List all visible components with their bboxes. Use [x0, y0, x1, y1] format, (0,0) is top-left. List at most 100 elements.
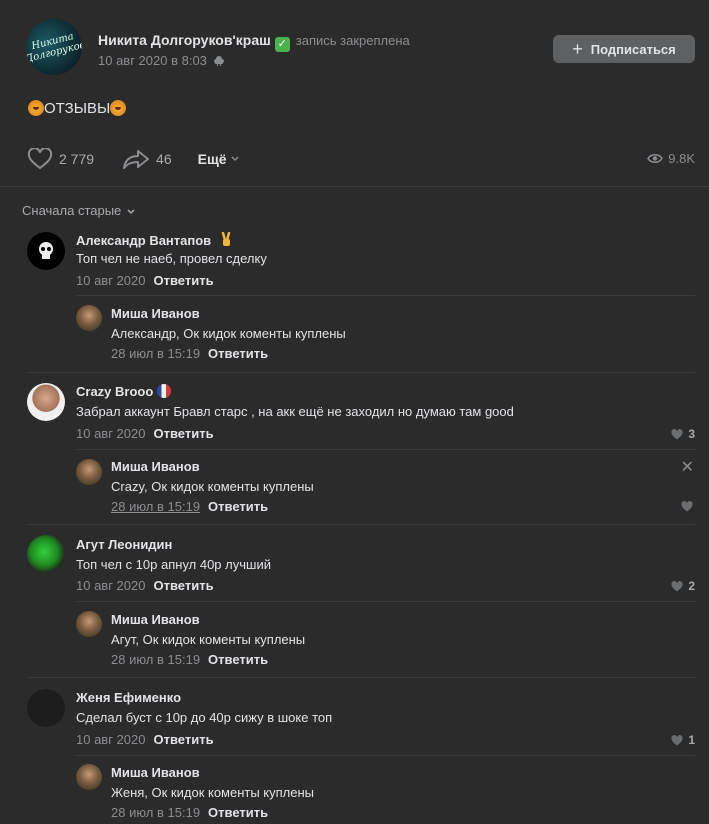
- reply-avatar[interactable]: [76, 611, 102, 637]
- comment-date[interactable]: 10 авг 2020: [76, 426, 145, 441]
- comment-meta: 10 авг 2020 Ответить: [76, 732, 214, 747]
- reply-button[interactable]: Ответить: [208, 499, 268, 514]
- reply-avatar[interactable]: [76, 459, 102, 485]
- reply-text: Женя, Ок кидок коменты куплены: [111, 785, 315, 800]
- post-author-line: Никита Долгоруков'краш ✓ запись закреплена: [98, 32, 410, 52]
- comment-meta: 10 авг 2020 Ответить: [76, 273, 214, 288]
- divider: [76, 449, 695, 450]
- subscribe-label: Подписаться: [590, 41, 676, 57]
- commenter-avatar[interactable]: [27, 232, 65, 270]
- victory-hand-icon: [221, 232, 231, 246]
- author-avatar[interactable]: Никита Долгоруков: [20, 13, 88, 81]
- subscribe-button[interactable]: + Подписаться: [553, 35, 695, 63]
- pinned-label: запись закреплена: [295, 33, 410, 48]
- comment-author[interactable]: Александр Вантапов: [76, 232, 233, 248]
- divider: [76, 755, 695, 756]
- comment-author[interactable]: Агут Леонидин: [76, 537, 172, 552]
- chevron-down-icon: [127, 209, 135, 215]
- reply-button[interactable]: Ответить: [153, 426, 213, 441]
- android-icon: [213, 56, 224, 66]
- reply-date[interactable]: 28 июл в 15:19: [111, 805, 200, 820]
- sort-label: Сначала старые: [22, 203, 122, 218]
- commenter-avatar[interactable]: [27, 535, 65, 573]
- heart-icon: [681, 501, 693, 512]
- sort-dropdown[interactable]: Сначала старые: [22, 203, 135, 218]
- more-button[interactable]: Ещё: [198, 151, 239, 167]
- views-counter: 9.8K: [647, 151, 695, 166]
- post-author-name[interactable]: Никита Долгоруков'краш: [98, 32, 271, 48]
- post-text: ОТЗЫВЫ: [28, 100, 127, 117]
- eye-icon: [647, 154, 664, 163]
- comment-author[interactable]: Женя Ефименко: [76, 690, 181, 705]
- reply-like-button[interactable]: [681, 501, 693, 512]
- france-flag-icon: [157, 384, 172, 398]
- verified-icon: ✓: [274, 37, 290, 52]
- commenter-avatar[interactable]: [27, 383, 65, 421]
- heart-icon: [671, 734, 683, 745]
- share-button[interactable]: 46: [122, 148, 172, 170]
- comment-text: Забрал аккаунт Бравл старс , на акк ещё …: [76, 404, 514, 419]
- comment-author[interactable]: Crazy Brooo: [76, 384, 172, 399]
- comment-meta: 10 авг 2020 Ответить: [76, 578, 214, 593]
- lion-emoji-icon: [110, 100, 127, 116]
- reply-button[interactable]: Ответить: [208, 652, 268, 667]
- reply-button[interactable]: Ответить: [208, 805, 268, 820]
- reply-author[interactable]: Миша Иванов: [111, 765, 200, 780]
- comment-date[interactable]: 10 авг 2020: [76, 273, 145, 288]
- heart-icon: [27, 148, 53, 170]
- divider: [27, 372, 695, 373]
- reply-date[interactable]: 28 июл в 15:19: [111, 652, 200, 667]
- share-icon: [123, 150, 150, 169]
- post-date-line: 10 авг 2020 в 8:03: [98, 53, 224, 68]
- comment-like-button[interactable]: 3: [671, 427, 695, 441]
- comment-text: Топ чел не наеб, провел сделку: [76, 251, 267, 266]
- share-count: 46: [156, 151, 172, 167]
- more-label: Ещё: [197, 151, 227, 167]
- comment-like-button[interactable]: 2: [671, 579, 695, 593]
- reply-meta: 28 июл в 15:19 Ответить: [111, 346, 268, 361]
- like-button[interactable]: 2 779: [27, 148, 94, 170]
- lion-emoji-icon: [28, 100, 44, 116]
- avatar-text: Никита Долгоруков: [24, 31, 87, 66]
- commenter-avatar[interactable]: [27, 689, 65, 727]
- reply-avatar[interactable]: [76, 764, 102, 790]
- heart-icon: [671, 428, 683, 439]
- reply-author[interactable]: Миша Иванов: [111, 306, 200, 321]
- reply-avatar[interactable]: [76, 305, 102, 331]
- reply-button[interactable]: Ответить: [153, 732, 213, 747]
- divider: [76, 601, 695, 602]
- views-count: 9.8K: [668, 151, 695, 166]
- reply-button[interactable]: Ответить: [208, 346, 268, 361]
- reply-text: Александр, Ок кидок коменты куплены: [111, 326, 346, 341]
- like-count: 2 779: [59, 151, 95, 167]
- skull-icon: [39, 242, 53, 259]
- post-actions: 2 779 46 Ещё: [27, 147, 239, 171]
- comment-meta: 10 авг 2020 Ответить: [76, 426, 214, 441]
- comment-text: Сделал буст с 10р до 40р сижу в шоке топ: [76, 710, 333, 725]
- like-count: 3: [688, 427, 695, 441]
- reply-meta: 28 июл в 15:19 Ответить: [111, 652, 268, 667]
- reply-date[interactable]: 28 июл в 15:19: [111, 499, 200, 514]
- reply-text: Агут, Ок кидок коменты куплены: [111, 632, 306, 647]
- reply-button[interactable]: Ответить: [153, 578, 213, 593]
- reply-meta: 28 июл в 15:19 Ответить: [111, 499, 268, 514]
- divider: [76, 295, 695, 296]
- reply-meta: 28 июл в 15:19 Ответить: [111, 805, 268, 820]
- divider: [27, 524, 695, 525]
- plus-icon: +: [572, 39, 583, 59]
- reply-button[interactable]: Ответить: [153, 273, 213, 288]
- reply-author[interactable]: Миша Иванов: [111, 612, 200, 627]
- comment-date[interactable]: 10 авг 2020: [76, 578, 145, 593]
- comment-like-button[interactable]: 1: [671, 733, 695, 747]
- comment-text: Топ чел с 10р апнул 40р лучший: [76, 557, 271, 572]
- reply-author[interactable]: Миша Иванов: [111, 459, 200, 474]
- close-icon[interactable]: ✕: [681, 457, 694, 477]
- post-text-content: ОТЗЫВЫ: [44, 100, 111, 117]
- reply-date[interactable]: 28 июл в 15:19: [111, 346, 200, 361]
- comment-date[interactable]: 10 авг 2020: [76, 732, 145, 747]
- divider: [27, 677, 695, 678]
- post-date[interactable]: 10 авг 2020 в 8:03: [98, 53, 207, 68]
- like-count: 2: [688, 579, 695, 593]
- heart-icon: [671, 580, 683, 591]
- chevron-down-icon: [231, 156, 239, 162]
